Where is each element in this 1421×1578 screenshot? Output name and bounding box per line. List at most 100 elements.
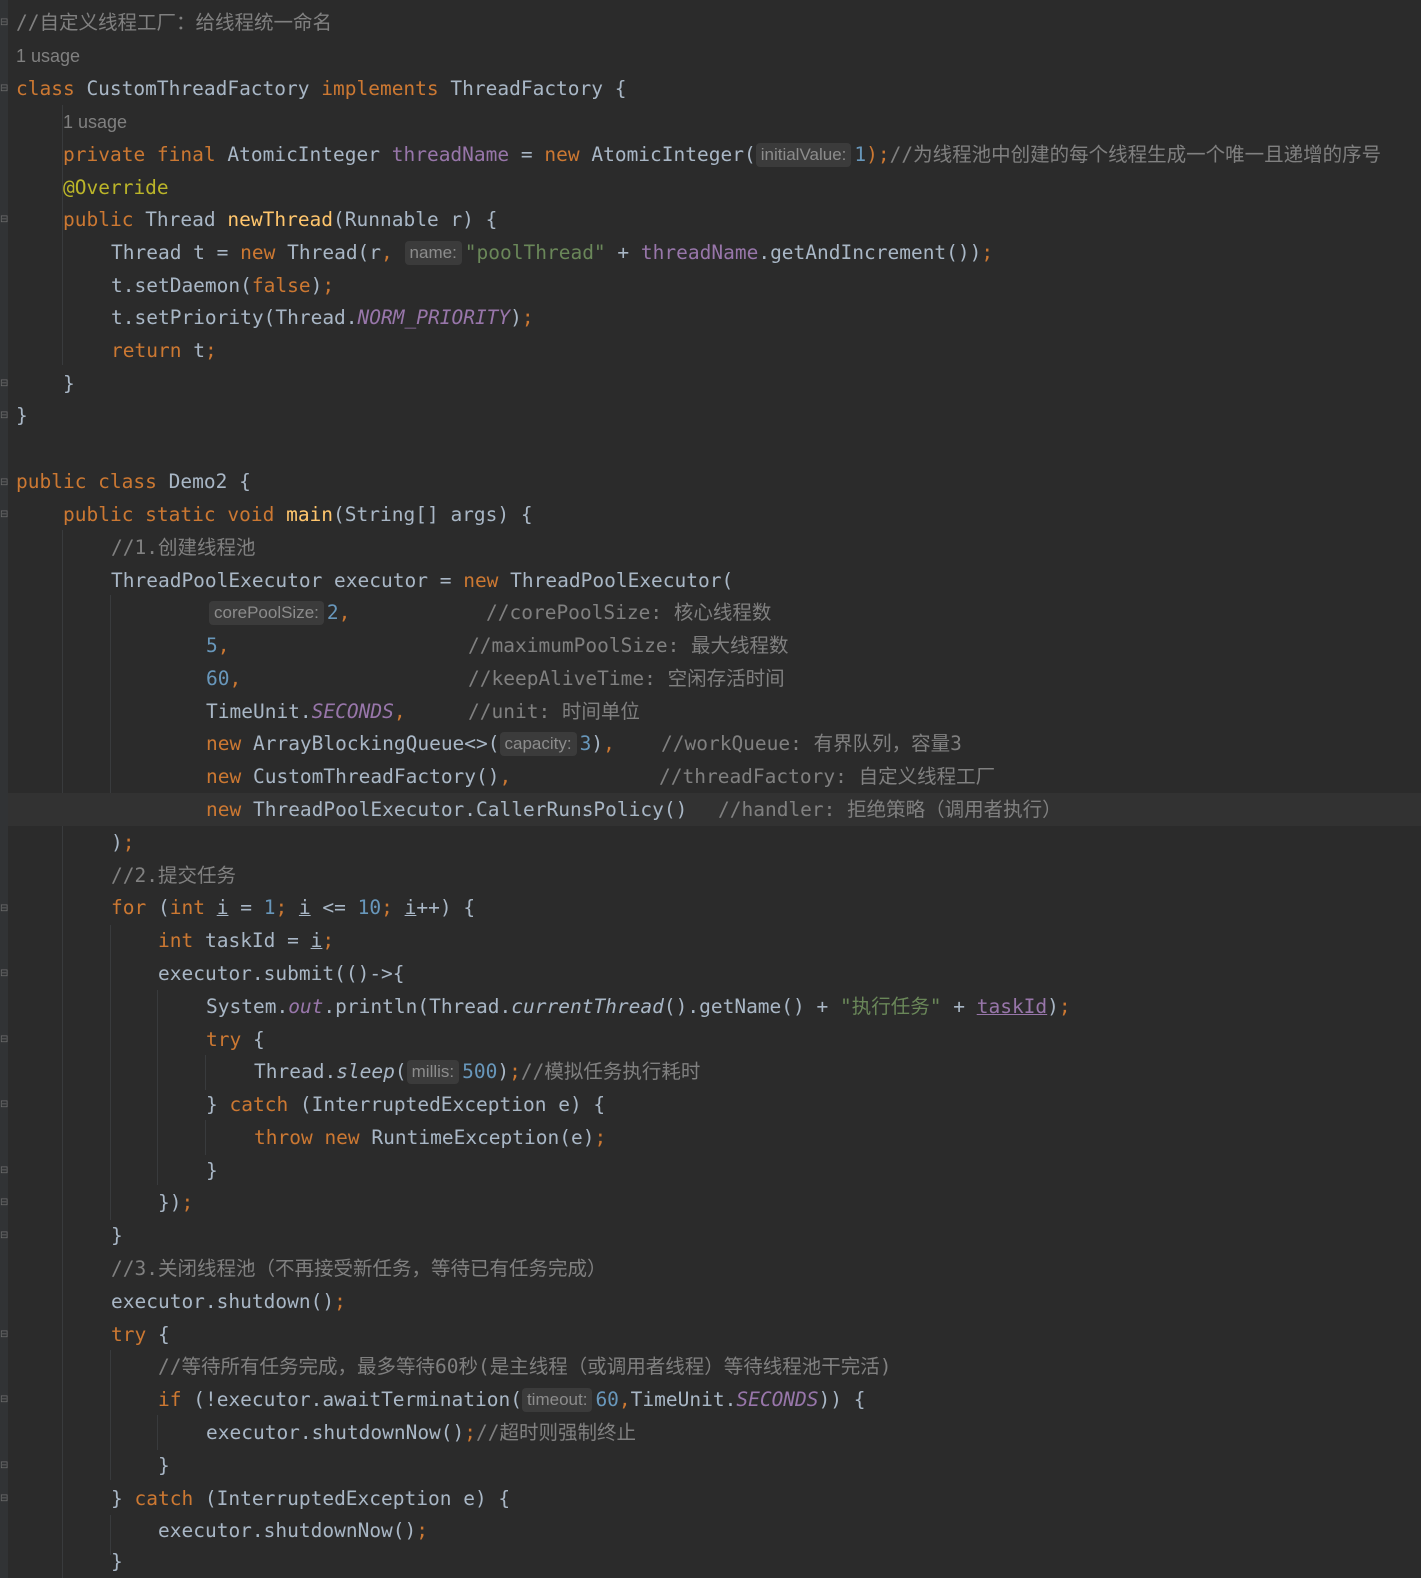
fold-marker-icon[interactable]: ⊟ bbox=[0, 17, 10, 28]
code-token: executor.shutdown() bbox=[111, 1290, 335, 1313]
code-token: ; bbox=[464, 1421, 477, 1444]
code-line[interactable]: new ArrayBlockingQueue<>(capacity: 3), //w… bbox=[16, 727, 1421, 760]
static-method: currentThread bbox=[511, 995, 664, 1018]
fold-marker-icon[interactable]: ⊟ bbox=[0, 477, 10, 488]
string-literal: "执行任务" bbox=[840, 995, 942, 1018]
code-line[interactable]: } bbox=[16, 1545, 1421, 1578]
code-token: Thread t = bbox=[111, 241, 241, 264]
keyword: new bbox=[206, 798, 242, 821]
fold-marker-icon[interactable]: ⊟ bbox=[0, 1034, 10, 1045]
code-line[interactable]: try { bbox=[16, 1023, 1421, 1056]
usage-count-link[interactable]: 1 usage bbox=[16, 46, 80, 66]
fold-marker-icon[interactable]: ⊟ bbox=[0, 968, 10, 979]
code-token: ; bbox=[521, 306, 534, 329]
code-line[interactable]: ); bbox=[16, 826, 1421, 859]
usage-hint-line[interactable]: 1 usage bbox=[16, 39, 1421, 72]
editor-gutter[interactable] bbox=[0, 0, 8, 1578]
code-line[interactable]: } catch (InterruptedException e) { bbox=[16, 1088, 1421, 1121]
code-editor[interactable]: ⊟ ⊟ ⊟ ⊟ ⊟ ⊟ ⊟ ⊟ ⊟ ⊟ ⊟ ⊟ ⊟ ⊟ ⊟ ⊟ ⊟ ⊟ //自定… bbox=[0, 0, 1421, 1578]
code-line[interactable]: TimeUnit.SECONDS, //unit: 时间单位 bbox=[16, 695, 1421, 728]
code-line[interactable]: t.setDaemon(false); bbox=[16, 269, 1421, 302]
code-line[interactable]: if (!executor.awaitTermination(timeout: 6… bbox=[16, 1383, 1421, 1416]
keyword: catch bbox=[229, 1093, 289, 1116]
code-line[interactable]: } bbox=[16, 1219, 1421, 1252]
fold-marker-icon[interactable]: ⊟ bbox=[0, 1165, 10, 1176]
fold-marker-icon[interactable]: ⊟ bbox=[0, 378, 10, 389]
field-name: threadName bbox=[640, 241, 759, 264]
number-literal: 2 bbox=[326, 601, 339, 624]
code-token: }) bbox=[158, 1191, 182, 1214]
code-line[interactable]: private final AtomicInteger threadName =… bbox=[16, 138, 1421, 171]
fold-marker-icon[interactable]: ⊟ bbox=[0, 903, 10, 914]
code-line[interactable]: ThreadPoolExecutor executor = new Thread… bbox=[16, 564, 1421, 597]
code-token: = bbox=[509, 143, 545, 166]
string-literal: "poolThread" bbox=[464, 241, 606, 264]
code-line[interactable]: for (int i = 1; i <= 10; i++) { bbox=[16, 891, 1421, 924]
code-comment: //自定义线程工厂：给线程统一命名 bbox=[16, 11, 332, 34]
code-token: AtomicInteger bbox=[215, 143, 392, 166]
fold-marker-icon[interactable]: ⊟ bbox=[0, 1230, 10, 1241]
code-line[interactable]: //1.创建线程池 bbox=[16, 531, 1421, 564]
code-line[interactable]: new CustomThreadFactory(), //threadFactor… bbox=[16, 760, 1421, 793]
code-line[interactable]: executor.shutdownNow(); bbox=[16, 1514, 1421, 1547]
static-field: SECONDS bbox=[736, 1388, 819, 1411]
usage-hint-line[interactable]: 1 usage bbox=[16, 105, 1421, 138]
code-token: ; bbox=[322, 929, 335, 952]
code-line-current[interactable]: new ThreadPoolExecutor.CallerRunsPolicy(… bbox=[8, 793, 1421, 826]
fold-marker-icon[interactable]: ⊟ bbox=[0, 1394, 10, 1405]
code-line[interactable]: executor.submit(()->{ bbox=[16, 957, 1421, 990]
code-token: } bbox=[63, 372, 75, 395]
code-line[interactable]: //等待所有任务完成，最多等待60秒(是主线程（或调用者线程）等待线程池干完活) bbox=[16, 1350, 1421, 1383]
code-line[interactable]: 5, //maximumPoolSize: 最大线程数 bbox=[16, 629, 1421, 662]
fold-marker-icon[interactable]: ⊟ bbox=[0, 1493, 10, 1504]
code-line[interactable]: } bbox=[16, 1154, 1421, 1187]
code-token: ) bbox=[510, 306, 522, 329]
code-token: ArrayBlockingQueue<>( bbox=[241, 732, 500, 755]
fold-marker-icon[interactable]: ⊟ bbox=[0, 509, 10, 520]
code-line[interactable]: throw new RuntimeException(e); bbox=[16, 1121, 1421, 1154]
code-line[interactable]: //自定义线程工厂：给线程统一命名 bbox=[16, 6, 1421, 39]
code-line[interactable]: t.setPriority(Thread.NORM_PRIORITY); bbox=[16, 301, 1421, 334]
fold-marker-icon[interactable]: ⊟ bbox=[0, 1329, 10, 1340]
code-line[interactable]: } catch (InterruptedException e) { bbox=[16, 1482, 1421, 1515]
keyword: new bbox=[544, 143, 580, 166]
fold-marker-icon[interactable]: ⊟ bbox=[0, 410, 10, 421]
code-line[interactable]: } bbox=[16, 399, 1421, 432]
code-line[interactable]: int taskId = i; bbox=[16, 924, 1421, 957]
fold-marker-icon[interactable]: ⊟ bbox=[0, 83, 10, 94]
code-line[interactable]: Thread.sleep(millis: 500);//模拟任务执行耗时 bbox=[16, 1055, 1421, 1088]
keyword: public class bbox=[16, 470, 157, 493]
code-line[interactable]: public Thread newThread(Runnable r) { bbox=[16, 203, 1421, 236]
code-line[interactable]: public static void main(String[] args) { bbox=[16, 498, 1421, 531]
code-token: ( bbox=[146, 896, 170, 919]
loop-variable: i bbox=[298, 896, 311, 919]
code-line[interactable]: } bbox=[16, 1449, 1421, 1482]
code-line[interactable]: //3.关闭线程池（不再接受新任务，等待已有任务完成） bbox=[16, 1252, 1421, 1285]
fold-marker-icon[interactable]: ⊟ bbox=[0, 1460, 10, 1471]
code-line[interactable]: System.out.println(Thread.currentThread(… bbox=[16, 990, 1421, 1023]
code-line[interactable]: public class Demo2 { bbox=[16, 465, 1421, 498]
code-token: RuntimeException(e) bbox=[359, 1126, 595, 1149]
code-line[interactable]: Thread t = new Thread(r, name: "poolThrea… bbox=[16, 236, 1421, 269]
code-line[interactable]: @Override bbox=[16, 171, 1421, 204]
code-token: (!executor.awaitTermination( bbox=[181, 1388, 522, 1411]
usage-count-link[interactable]: 1 usage bbox=[63, 112, 127, 132]
code-line[interactable]: class CustomThreadFactory implements Thr… bbox=[16, 72, 1421, 105]
fold-marker-icon[interactable]: ⊟ bbox=[0, 1099, 10, 1110]
fold-marker-icon[interactable]: ⊟ bbox=[0, 214, 10, 225]
code-line[interactable]: executor.shutdown(); bbox=[16, 1285, 1421, 1318]
keyword: public static void bbox=[63, 503, 275, 526]
code-line[interactable]: try { bbox=[16, 1318, 1421, 1351]
code-line[interactable]: } bbox=[16, 367, 1421, 400]
code-token: ; bbox=[381, 896, 405, 919]
code-comment: //为线程池中创建的每个线程生成一个唯一且递增的序号 bbox=[889, 143, 1382, 166]
code-line[interactable]: //2.提交任务 bbox=[16, 859, 1421, 892]
code-line[interactable]: corePoolSize: 2, //corePoolSize: 核心线程数 bbox=[16, 596, 1421, 629]
code-line[interactable]: 60, //keepAliveTime: 空闲存活时间 bbox=[16, 662, 1421, 695]
code-line[interactable]: return t; bbox=[16, 334, 1421, 367]
code-line[interactable]: }); bbox=[16, 1186, 1421, 1219]
loop-variable: i bbox=[310, 929, 323, 952]
code-line[interactable]: executor.shutdownNow();//超时则强制终止 bbox=[16, 1416, 1421, 1449]
fold-marker-icon[interactable]: ⊟ bbox=[0, 1197, 10, 1208]
code-token: ); bbox=[866, 143, 890, 166]
